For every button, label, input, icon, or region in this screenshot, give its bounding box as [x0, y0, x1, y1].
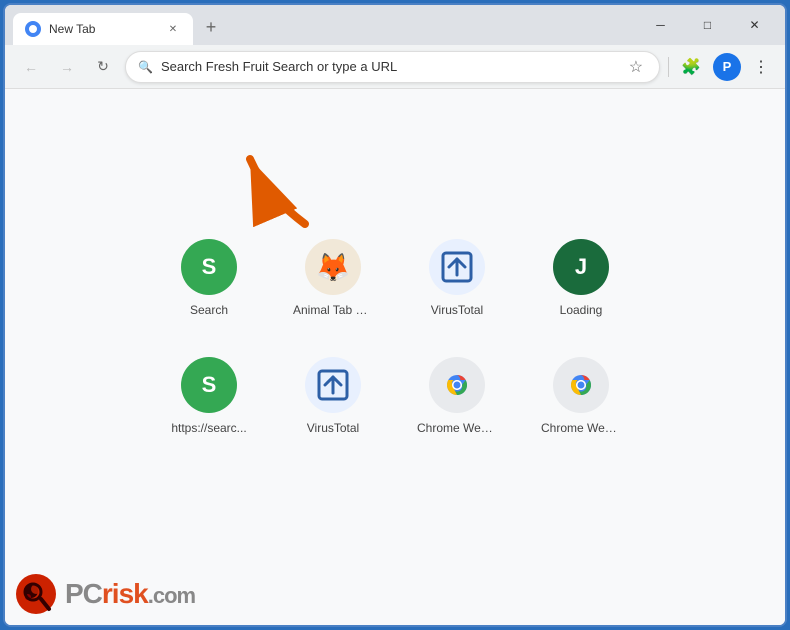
maximize-button[interactable]: □	[685, 9, 730, 41]
shortcut-chrome2-label: Chrome Web _	[541, 421, 621, 435]
reload-button[interactable]: ↻	[89, 53, 117, 81]
title-bar: New Tab ✕ + ─ □ ✕	[5, 5, 785, 45]
tab-favicon	[25, 21, 41, 37]
shortcut-virustotal1[interactable]: VirusTotal	[407, 231, 507, 325]
minimize-button[interactable]: ─	[638, 9, 683, 41]
browser-window: New Tab ✕ + ─ □ ✕ ← → ↻ 🔍 Search Fresh F…	[3, 3, 787, 627]
close-button[interactable]: ✕	[732, 9, 777, 41]
shortcut-search-label: Search	[190, 303, 228, 317]
shortcut-search[interactable]: S Search	[159, 231, 259, 325]
pcrisk-logo-icon	[15, 573, 57, 615]
shortcut-loading-icon: J	[553, 239, 609, 295]
watermark: PCrisk.com	[15, 573, 195, 615]
shortcut-virustotal2-label: VirusTotal	[307, 421, 359, 435]
shortcut-chrome-web2[interactable]: Chrome Web _	[531, 349, 631, 443]
shortcut-loading[interactable]: J Loading	[531, 231, 631, 325]
shortcut-https-label: https://searc...	[171, 421, 246, 435]
extensions-icon[interactable]: 🧩	[677, 53, 705, 81]
shortcut-virustotal2[interactable]: VirusTotal	[283, 349, 383, 443]
shortcut-chrome-web1[interactable]: Chrome Web...	[407, 349, 507, 443]
main-content: S Search 🦊 Animal Tab N... VirusTotal	[5, 89, 785, 625]
back-button[interactable]: ←	[17, 53, 45, 81]
shortcut-search-icon: S	[181, 239, 237, 295]
shortcut-loading-label: Loading	[560, 303, 603, 317]
tab-title: New Tab	[49, 22, 157, 36]
shortcut-animal-icon: 🦊	[305, 239, 361, 295]
profile-icon[interactable]: P	[713, 53, 741, 81]
pcrisk-text: PCrisk.com	[65, 578, 195, 610]
shortcut-animal-label: Animal Tab N...	[293, 303, 373, 317]
shortcut-virustotal1-icon	[429, 239, 485, 295]
tab-close-button[interactable]: ✕	[165, 21, 181, 37]
shortcut-https-icon: S	[181, 357, 237, 413]
address-text: Search Fresh Fruit Search or type a URL	[161, 59, 617, 74]
shortcut-animal-tab[interactable]: 🦊 Animal Tab N...	[283, 231, 383, 325]
shortcut-virustotal1-label: VirusTotal	[431, 303, 483, 317]
bookmark-icon[interactable]: ☆	[625, 53, 647, 81]
toolbar-divider	[668, 57, 669, 77]
tab-area: New Tab ✕ +	[13, 5, 626, 45]
shortcuts-grid: S Search 🦊 Animal Tab N... VirusTotal	[159, 231, 631, 443]
shortcut-chrome1-label: Chrome Web...	[417, 421, 497, 435]
security-icon: 🔍	[138, 60, 153, 74]
address-bar[interactable]: 🔍 Search Fresh Fruit Search or type a UR…	[125, 51, 660, 83]
shortcut-chrome2-icon	[553, 357, 609, 413]
forward-button[interactable]: →	[53, 53, 81, 81]
arrow-annotation	[235, 144, 315, 224]
shortcut-https-search[interactable]: S https://searc...	[159, 349, 259, 443]
shortcut-chrome1-icon	[429, 357, 485, 413]
active-tab[interactable]: New Tab ✕	[13, 13, 193, 45]
shortcut-virustotal2-icon	[305, 357, 361, 413]
menu-icon[interactable]: ⋮	[749, 53, 773, 81]
window-controls: ─ □ ✕	[638, 9, 777, 41]
navigation-bar: ← → ↻ 🔍 Search Fresh Fruit Search or typ…	[5, 45, 785, 89]
new-tab-button[interactable]: +	[197, 13, 225, 41]
